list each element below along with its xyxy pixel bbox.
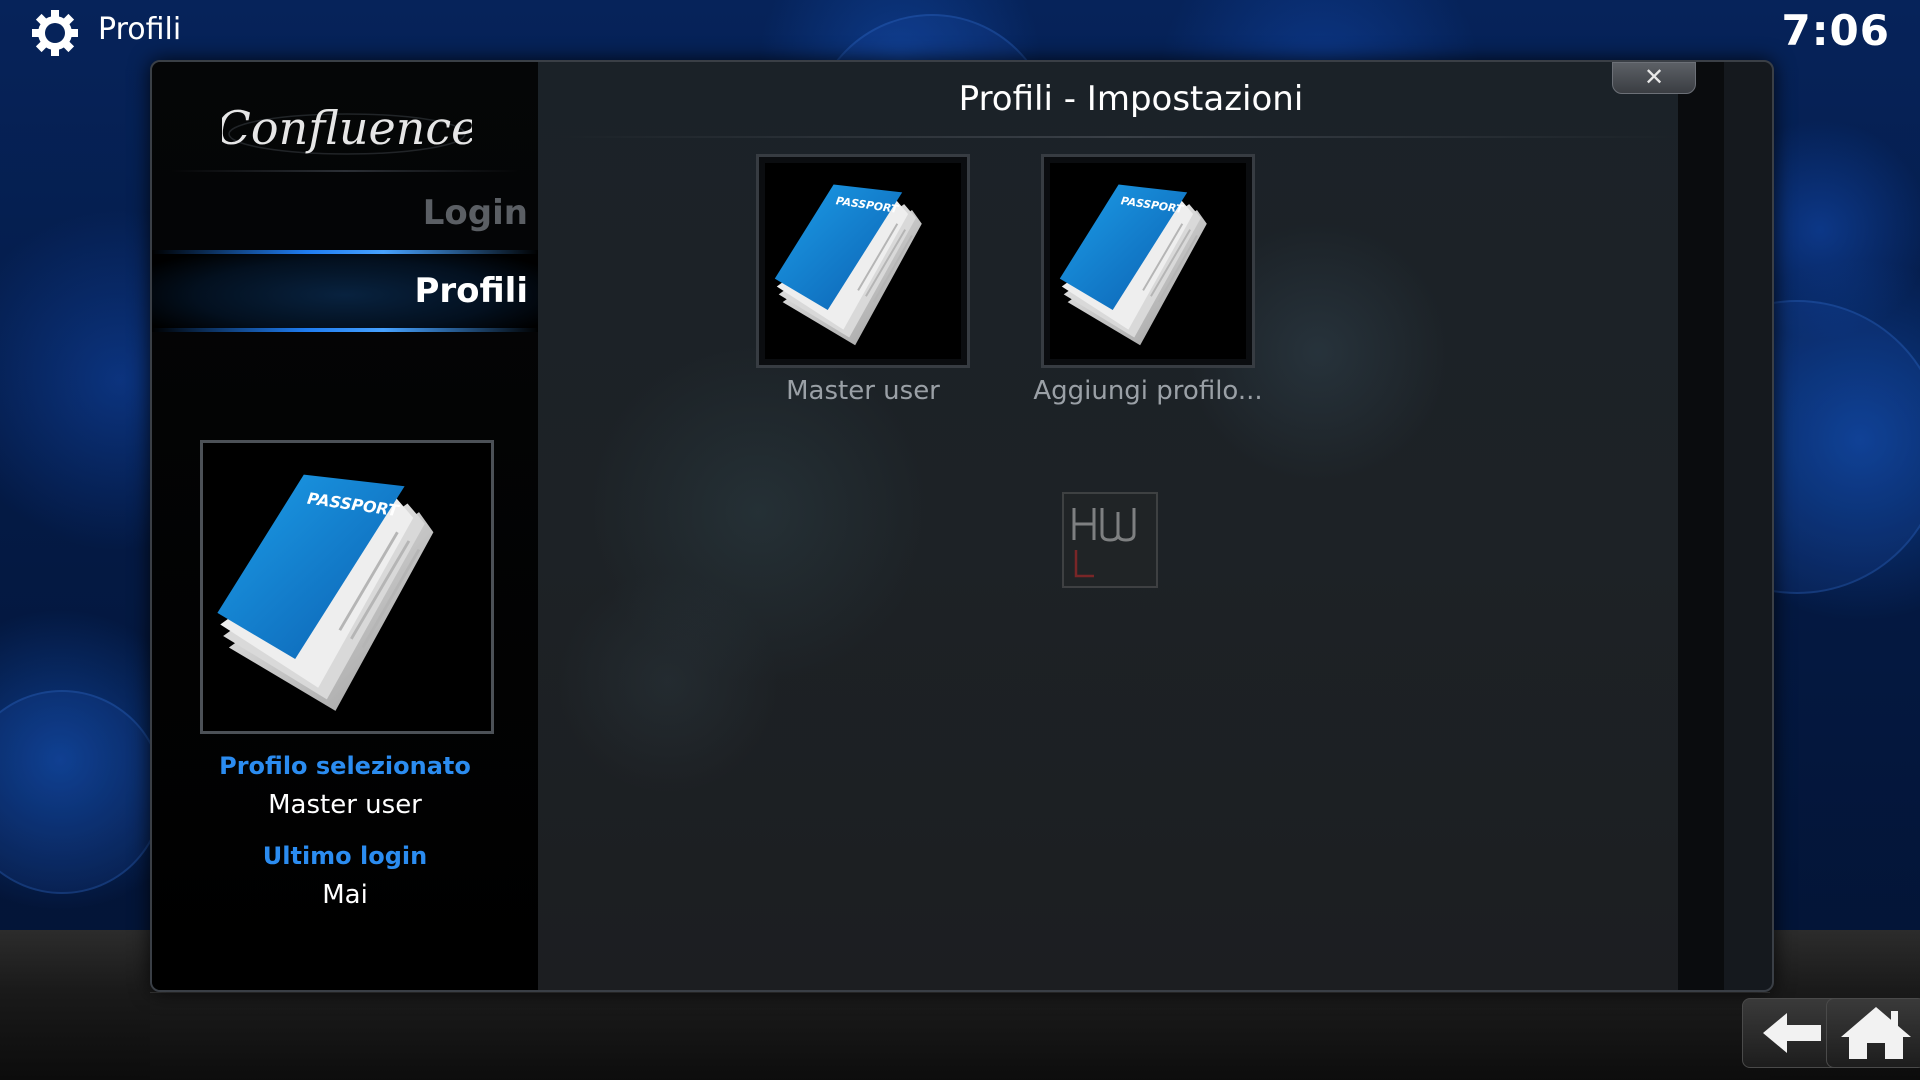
title-divider bbox=[558, 136, 1678, 138]
last-login-label: Ultimo login bbox=[262, 842, 428, 870]
selected-profile-label: Profilo selezionato bbox=[219, 752, 471, 780]
selection-line-top bbox=[152, 250, 538, 254]
logo-text: Confluence bbox=[222, 101, 472, 155]
dialog-title: Profili - Impostazioni bbox=[958, 79, 1304, 119]
watermark-logo bbox=[1062, 492, 1158, 588]
passport-icon: PASSPORT bbox=[1050, 163, 1246, 359]
profile-thumbnail[interactable]: PASSPORT bbox=[1041, 154, 1255, 368]
kodi-screen: Profili 7:06 Confluence Login Profili PA… bbox=[0, 0, 1920, 1080]
gear-icon bbox=[32, 10, 78, 56]
window-title: Profili bbox=[98, 12, 182, 47]
profile-name: Master user bbox=[786, 376, 940, 406]
close-button[interactable]: ✕ bbox=[1612, 62, 1696, 94]
profile-thumbnail[interactable]: PASSPORT bbox=[756, 154, 970, 368]
profiles-dialog: Confluence Login Profili PASSPORT Profil… bbox=[150, 60, 1774, 992]
passport-icon: PASSPORT bbox=[765, 163, 961, 359]
bottom-panel bbox=[150, 992, 1770, 1080]
sidebar-item-profili-highlight[interactable]: Profili bbox=[152, 250, 538, 332]
profile-tile-master-user[interactable]: PASSPORT Master user bbox=[756, 154, 970, 410]
sidebar-item-login[interactable]: Login bbox=[152, 190, 528, 236]
profile-name: Aggiungi profilo... bbox=[1033, 376, 1263, 406]
divider bbox=[172, 170, 518, 172]
scrollbar-track[interactable] bbox=[1678, 62, 1724, 990]
last-login-value: Mai bbox=[322, 880, 368, 910]
sidebar: Confluence Login Profili PASSPORT Profil… bbox=[152, 62, 538, 990]
passport-icon: PASSPORT bbox=[203, 443, 491, 731]
selected-profile-value: Master user bbox=[268, 790, 422, 820]
sidebar-item-profili[interactable]: Profili bbox=[152, 268, 528, 314]
home-button[interactable] bbox=[1826, 998, 1920, 1068]
profile-tile-add-profile[interactable]: PASSPORT Aggiungi profilo... bbox=[1033, 154, 1263, 410]
bokeh-light bbox=[0, 690, 164, 894]
selection-line-bottom bbox=[152, 328, 538, 332]
selected-profile-thumbnail: PASSPORT bbox=[200, 440, 494, 734]
confluence-logo: Confluence bbox=[222, 101, 472, 155]
profiles-panel: Profili - Impostazioni PASSPORT Master u… bbox=[538, 62, 1724, 990]
clock: 7:06 bbox=[1781, 6, 1890, 55]
home-icon bbox=[1841, 1007, 1911, 1059]
